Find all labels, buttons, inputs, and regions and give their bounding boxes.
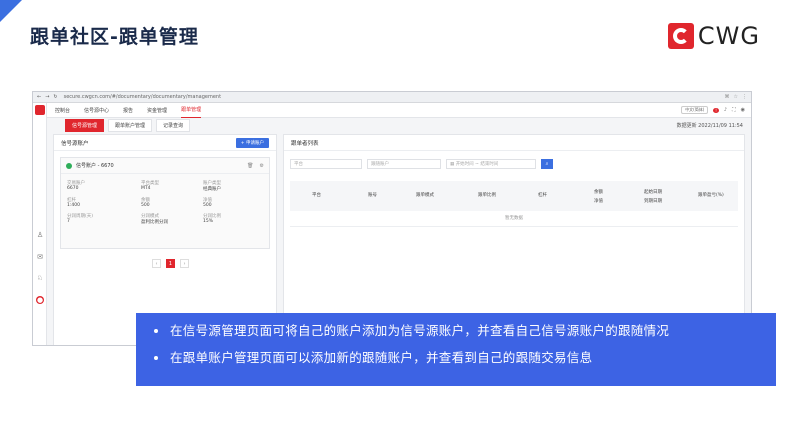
col-balance: 余额	[594, 190, 603, 195]
notification-badge[interactable]: !	[713, 107, 719, 113]
card-actions: 🗑 ⚙	[247, 163, 264, 169]
user-icon[interactable]: ♙	[36, 231, 44, 239]
language-select[interactable]: 中文(简体)	[681, 106, 709, 114]
field-profit-cycle: 分润周期(天) 7	[67, 214, 94, 224]
side-rail: ♙ ✉ ♘ ●	[33, 103, 47, 345]
field-equity: 净值 500	[203, 198, 212, 208]
cwg-logo: CWG	[667, 22, 760, 50]
field-platform: 平台类型 MT4	[141, 181, 159, 191]
col-mode: 跟单模式	[416, 193, 434, 198]
col-platform: 平台	[312, 193, 321, 198]
panel-title: 信号源账户	[61, 140, 89, 147]
signal-account-card: 信号账户 - 6670 🗑 ⚙ 交易账户 6670 平台类型 MT4 账户类型 经典账…	[60, 157, 270, 249]
settings-icon[interactable]: ⚙	[260, 163, 264, 169]
nav-item-copy-trading[interactable]: 跟单管理	[181, 102, 202, 118]
callout-text: 在跟单账户管理页面可以添加新的跟随账户，并查看到自己的跟随交易信息	[170, 350, 593, 365]
col-dates: 起始日期 到期日期	[644, 188, 662, 206]
slide-title: 跟单社区-跟单管理	[30, 26, 199, 48]
reload-icon[interactable]: ↻	[53, 94, 57, 100]
account-select[interactable]: 跟随账户	[367, 159, 441, 169]
menu-dots-icon[interactable]: ⋮	[742, 94, 747, 100]
prev-page-button[interactable]: ‹	[152, 259, 161, 268]
pagination: ‹ 1 ›	[152, 259, 189, 268]
sub-tabs: 信号源管理 跟单账户管理 记录查询 数据更新 2022/11/09 11:54	[47, 118, 751, 132]
account-field-grid: 交易账户 6670 平台类型 MT4 账户类型 经典账户 杠杆 1:400 余额 500 …	[61, 174, 269, 231]
gift-icon[interactable]: ♘	[36, 274, 44, 282]
col-leverage: 杠杆	[538, 193, 547, 198]
chat-icon[interactable]: ✉	[36, 253, 44, 261]
platform-select[interactable]: 平台	[290, 159, 362, 169]
bullet-icon	[154, 329, 158, 333]
nav-item-report[interactable]: 报告	[123, 103, 133, 118]
next-page-button[interactable]: ›	[180, 259, 189, 268]
delete-icon[interactable]: 🗑	[247, 163, 253, 169]
col-start-date: 起始日期	[644, 190, 662, 195]
forward-icon[interactable]: →	[45, 94, 49, 100]
topnav-right: 中文(简体) ! ♪ ⛶ ◉	[681, 106, 751, 114]
tab-follow-accounts[interactable]: 跟单账户管理	[108, 118, 153, 132]
search-icon: ⌕	[545, 161, 549, 167]
field-profit-mode: 分润模式 盈利比例分润	[141, 214, 168, 225]
nav-item-signal-center[interactable]: 信号源中心	[84, 103, 109, 118]
page-button-current[interactable]: 1	[166, 259, 175, 268]
col-ratio: 跟单比例	[478, 193, 496, 198]
col-end-date: 到期日期	[644, 199, 662, 204]
panel-header: 信号源账户 + 申请账户	[54, 135, 276, 151]
slide-accent	[0, 0, 22, 22]
main-area: 控制台 信号源中心 报告 资金管理 跟单管理 中文(简体) ! ♪ ⛶ ◉ 信号…	[47, 103, 751, 345]
field-leverage: 杠杆 1:400	[67, 198, 80, 208]
tab-records[interactable]: 记录查询	[156, 118, 191, 132]
cwg-logo-text: CWG	[697, 22, 760, 50]
back-icon[interactable]: ←	[37, 94, 41, 100]
field-account-type: 账户类型 经典账户	[203, 181, 221, 192]
cwg-logo-icon	[667, 23, 694, 49]
top-navigation: 控制台 信号源中心 报告 资金管理 跟单管理 中文(简体) ! ♪ ⛶ ◉	[47, 103, 751, 118]
status-active-icon	[66, 162, 72, 169]
browser-extensions: ⌘ ☆ ⋮	[725, 94, 747, 100]
card-header: 信号账户 - 6670 🗑 ⚙	[61, 158, 269, 174]
bookmark-star-icon[interactable]: ☆	[734, 94, 738, 100]
app-shell: ♙ ✉ ♘ ● 控制台 信号源中心 报告 资金管理 跟单管理 中文(简体) ! …	[33, 103, 751, 345]
col-equity: 净值	[594, 199, 603, 204]
avatar[interactable]: ◉	[741, 107, 745, 113]
data-update-time: 数据更新 2022/11/09 11:54	[676, 122, 743, 129]
browser-window: ← → ↻ secure.cwgcn.com/#/documentary/doc…	[32, 91, 752, 346]
col-pnl: 跟单盈亏(%)	[698, 193, 724, 198]
translate-icon[interactable]: ⌘	[725, 94, 730, 100]
callout-text: 在信号源管理页面可将自己的账户添加为信号源账户，并查看自己信号源账户的跟随情况	[170, 323, 670, 338]
field-balance: 余额 500	[141, 198, 150, 208]
date-range-picker[interactable]: ▦ 开始时间 ~ 结束时间	[446, 159, 536, 169]
app-logo-icon[interactable]	[35, 105, 45, 115]
field-trading-account: 交易账户 6670	[67, 181, 85, 191]
panel-title: 跟单者列表	[291, 140, 319, 147]
browser-nav: ← → ↻	[37, 94, 58, 100]
end-date: 结束时间	[480, 162, 499, 167]
col-account: 账号	[368, 193, 377, 198]
tab-signal-management[interactable]: 信号源管理	[65, 118, 105, 132]
url-field[interactable]: secure.cwgcn.com/#/documentary/documenta…	[64, 94, 725, 100]
callout-item: 在跟单账户管理页面可以添加新的跟随账户，并查看到自己的跟随交易信息	[154, 350, 758, 366]
filter-bar: 平台 跟随账户 ▦ 开始时间 ~ 结束时间 ⌕	[284, 151, 744, 177]
col-balance-equity: 余额 净值	[594, 188, 603, 206]
bell-icon[interactable]: ♪	[724, 107, 727, 113]
callout-item: 在信号源管理页面可将自己的账户添加为信号源账户，并查看自己信号源账户的跟随情况	[154, 323, 758, 339]
nav-item-dashboard[interactable]: 控制台	[55, 103, 70, 118]
nav-item-funds[interactable]: 资金管理	[147, 103, 167, 118]
bullet-icon	[154, 356, 158, 360]
field-profit-ratio: 分润比例 15%	[203, 214, 221, 224]
info-callout: 在信号源管理页面可将自己的账户添加为信号源账户，并查看自己信号源账户的跟随情况 …	[136, 313, 776, 386]
card-title: 信号账户 - 6670	[76, 163, 114, 169]
support-icon[interactable]: ●	[36, 296, 44, 304]
fullscreen-icon[interactable]: ⛶	[732, 107, 736, 113]
table-header: 平台 账号 跟单模式 跟单比例 杠杆 余额净值 起始日期到期日期 跟单盈亏(%)	[290, 181, 738, 211]
address-bar: ← → ↻ secure.cwgcn.com/#/documentary/doc…	[33, 92, 751, 103]
search-button[interactable]: ⌕	[541, 159, 553, 169]
apply-account-button[interactable]: + 申请账户	[235, 137, 269, 148]
panel-header: 跟单者列表	[284, 135, 744, 151]
start-date: 开始时间	[455, 162, 474, 167]
empty-state: 暂无数据	[290, 211, 738, 227]
